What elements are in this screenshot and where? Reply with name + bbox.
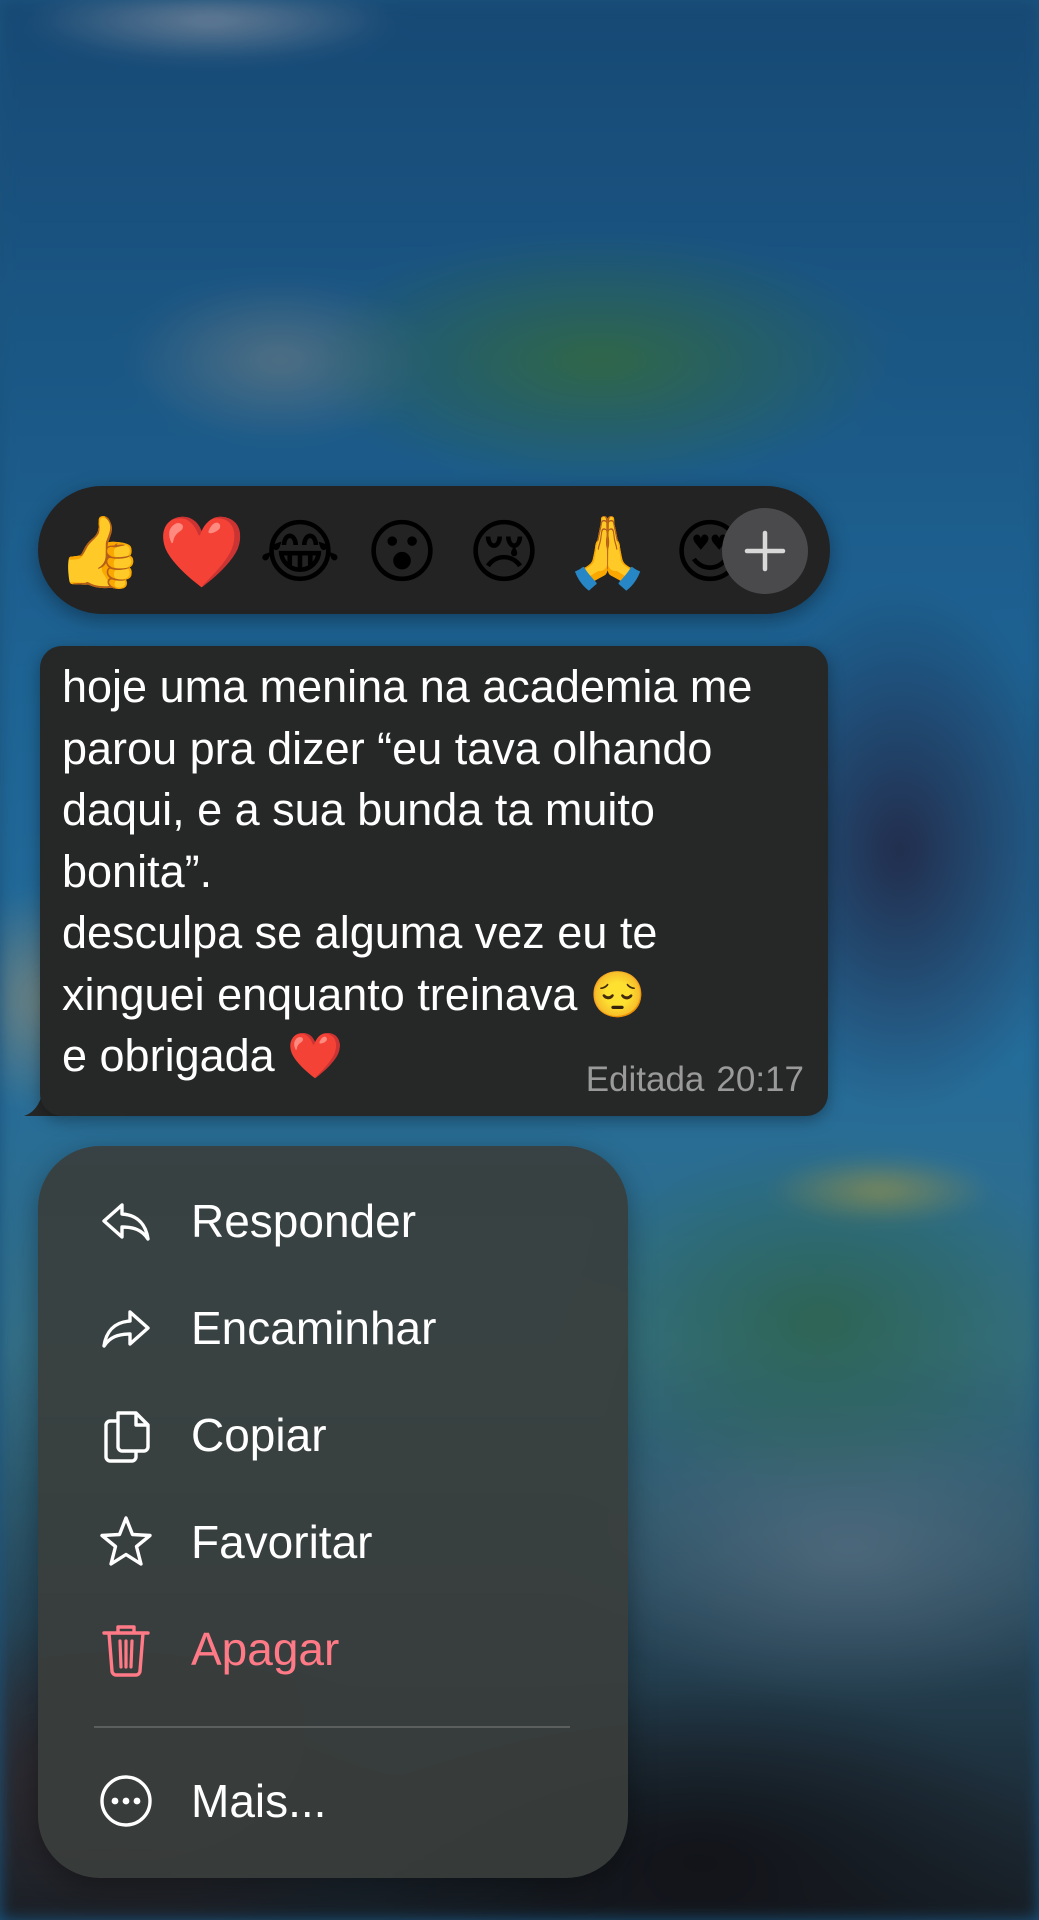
message-time: 20:17	[716, 1060, 804, 1099]
reaction-thumbs-up[interactable]: 👍	[56, 510, 143, 594]
menu-item-label: Apagar	[191, 1623, 340, 1675]
menu-item-label: Mais...	[191, 1775, 327, 1827]
reaction-crying[interactable]: 😢	[462, 510, 546, 594]
star-icon	[100, 1516, 152, 1566]
reaction-laughing[interactable]: 😂	[258, 510, 342, 594]
more-icon	[100, 1775, 152, 1827]
menu-item-favorite[interactable]: Favoritar	[38, 1492, 628, 1592]
menu-item-copy[interactable]: Copiar	[38, 1385, 628, 1485]
plus-icon	[744, 530, 786, 572]
screen: 👍 ❤️ 😂 😮 😢 🙏 😍 hoje uma menina na academ…	[0, 0, 1039, 1920]
menu-item-delete[interactable]: Apagar	[38, 1599, 628, 1699]
message-bubble[interactable]: hoje uma menina na academia me parou pra…	[40, 646, 828, 1116]
menu-item-forward[interactable]: Encaminhar	[38, 1278, 628, 1378]
menu-item-more[interactable]: Mais...	[38, 1751, 628, 1851]
message-meta: Editada 20:17	[586, 1058, 804, 1102]
menu-divider	[94, 1726, 570, 1728]
reaction-bar: 👍 ❤️ 😂 😮 😢 🙏 😍	[38, 486, 830, 614]
menu-item-label: Responder	[191, 1195, 417, 1247]
reaction-heart[interactable]: ❤️	[158, 510, 245, 594]
reaction-surprised[interactable]: 😮	[360, 510, 444, 594]
add-reaction-button[interactable]	[722, 508, 808, 594]
edited-label: Editada	[585, 1060, 705, 1099]
menu-item-label: Favoritar	[191, 1516, 373, 1568]
menu-item-reply[interactable]: Responder	[38, 1171, 628, 1271]
menu-item-label: Copiar	[191, 1409, 327, 1461]
menu-item-label: Encaminhar	[191, 1302, 437, 1354]
trash-icon	[102, 1625, 150, 1677]
context-menu: Responder Encaminhar Copiar Favoritar Ap…	[38, 1146, 628, 1878]
forward-icon	[102, 1310, 150, 1348]
copy-icon	[104, 1411, 150, 1463]
reply-icon	[102, 1203, 150, 1241]
message-text: hoje uma menina na academia me parou pra…	[62, 661, 753, 1081]
reaction-praying-hands[interactable]: 🙏	[564, 510, 651, 594]
